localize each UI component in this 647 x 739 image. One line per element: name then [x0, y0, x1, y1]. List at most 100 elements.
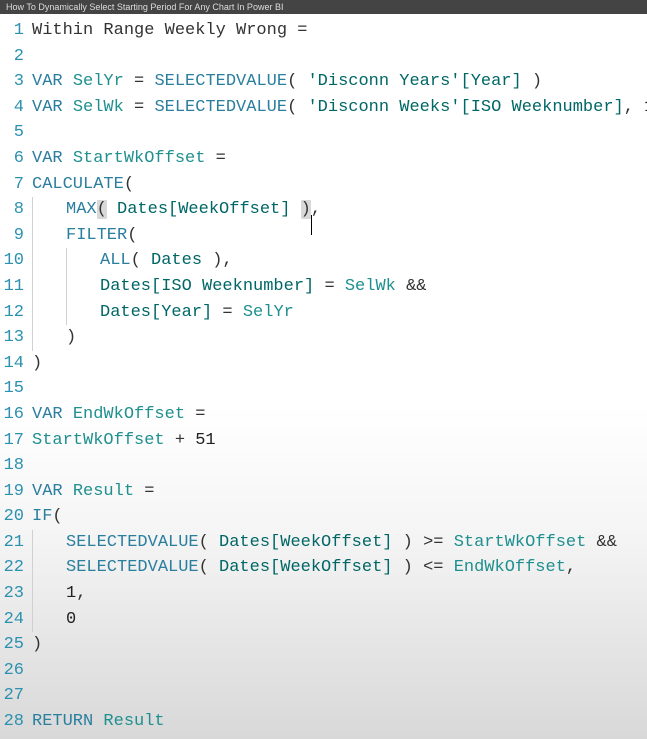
code-content[interactable]: Within Range Weekly Wrong =	[32, 18, 307, 44]
token: =	[124, 72, 155, 91]
token: ,	[566, 558, 576, 577]
indent-guides	[32, 555, 66, 581]
code-line[interactable]: 8 MAX( Dates[WeekOffset] ),	[0, 197, 647, 223]
token: ,	[76, 584, 86, 603]
token: FILTER	[66, 226, 127, 245]
code-content[interactable]: )	[66, 325, 76, 351]
code-content[interactable]: SELECTEDVALUE( Dates[WeekOffset] ) <= En…	[66, 555, 576, 581]
token: ) <=	[392, 558, 453, 577]
code-line[interactable]: 27	[0, 683, 647, 709]
line-number: 24	[0, 607, 32, 633]
code-line[interactable]: 5	[0, 120, 647, 146]
code-content[interactable]: IF(	[32, 504, 63, 530]
code-line[interactable]: 24 0	[0, 607, 647, 633]
dax-editor[interactable]: 1Within Range Weekly Wrong =23VAR SelYr …	[0, 14, 647, 735]
token: SelWk	[73, 98, 124, 117]
token: StartWkOffset	[73, 149, 206, 168]
token: ,	[311, 200, 321, 219]
line-number: 11	[0, 274, 32, 300]
code-content[interactable]: VAR StartWkOffset =	[32, 146, 226, 172]
code-line[interactable]: 21SELECTEDVALUE( Dates[WeekOffset] ) >= …	[0, 530, 647, 556]
code-line[interactable]: 16VAR EndWkOffset =	[0, 402, 647, 428]
code-line[interactable]: 3VAR SelYr = SELECTEDVALUE( 'Disconn Yea…	[0, 69, 647, 95]
token: )	[32, 354, 42, 373]
code-content[interactable]: SELECTEDVALUE( Dates[WeekOffset] ) >= St…	[66, 530, 617, 556]
code-line[interactable]: 15	[0, 376, 647, 402]
line-number: 8	[0, 197, 32, 223]
token: [WeekOffset]	[168, 200, 290, 219]
token: (	[124, 175, 134, 194]
indent-guides	[32, 223, 66, 249]
code-content[interactable]: Dates[Year] = SelYr	[100, 300, 294, 326]
code-line[interactable]: 13)	[0, 325, 647, 351]
title-text: How To Dynamically Select Starting Perio…	[6, 2, 283, 12]
code-content[interactable]: )	[32, 632, 42, 658]
code-line[interactable]: 12Dates[Year] = SelYr	[0, 300, 647, 326]
line-number: 13	[0, 325, 32, 351]
code-line[interactable]: 11 Dates[ISO Weeknumber] = SelWk &&	[0, 274, 647, 300]
indent-guides	[32, 607, 66, 633]
token: 51	[195, 431, 215, 450]
line-number: 7	[0, 172, 32, 198]
code-content[interactable]: VAR EndWkOffset =	[32, 402, 205, 428]
line-number: 15	[0, 376, 32, 402]
token: =	[205, 149, 225, 168]
token: SelYr	[73, 72, 124, 91]
token: [Year]	[151, 303, 212, 322]
indent-guides	[32, 197, 66, 223]
code-content[interactable]: FILTER(	[66, 223, 137, 249]
code-content[interactable]: MAX( Dates[WeekOffset] ),	[66, 197, 321, 223]
token: CALCULATE	[32, 175, 124, 194]
token: =	[134, 482, 154, 501]
token: SelYr	[243, 303, 294, 322]
line-number: 3	[0, 69, 32, 95]
code-line[interactable]: 26	[0, 658, 647, 684]
code-content[interactable]: VAR SelWk = SELECTEDVALUE( 'Disconn Week…	[32, 95, 647, 121]
code-line[interactable]: 2	[0, 44, 647, 70]
token: VAR	[32, 405, 73, 424]
token: [WeekOffset]	[270, 558, 392, 577]
code-line[interactable]: 17StartWkOffset + 51	[0, 428, 647, 454]
code-line[interactable]: 231,	[0, 581, 647, 607]
code-content[interactable]: )	[32, 351, 42, 377]
token: (	[52, 507, 62, 526]
token: VAR	[32, 482, 73, 501]
code-line[interactable]: 4VAR SelWk = SELECTEDVALUE( 'Disconn Wee…	[0, 95, 647, 121]
token: (	[131, 251, 151, 270]
token: Dates	[219, 533, 270, 552]
code-line[interactable]: 9FILTER(	[0, 223, 647, 249]
code-line[interactable]: 7CALCULATE(	[0, 172, 647, 198]
token: ),	[202, 251, 233, 270]
code-content[interactable]: Dates[ISO Weeknumber] = SelWk &&	[100, 274, 426, 300]
code-content[interactable]: RETURN Result	[32, 709, 165, 735]
code-content[interactable]: ALL( Dates ),	[100, 248, 233, 274]
line-number: 16	[0, 402, 32, 428]
code-line[interactable]: 20IF(	[0, 504, 647, 530]
line-number: 6	[0, 146, 32, 172]
code-content[interactable]: 0	[66, 607, 76, 633]
line-number: 20	[0, 504, 32, 530]
code-line[interactable]: 6VAR StartWkOffset =	[0, 146, 647, 172]
code-line[interactable]: 19VAR Result =	[0, 479, 647, 505]
code-line[interactable]: 18	[0, 453, 647, 479]
code-line[interactable]: 25)	[0, 632, 647, 658]
indent-guides	[32, 248, 100, 274]
code-line[interactable]: 22SELECTEDVALUE( Dates[WeekOffset] ) <= …	[0, 555, 647, 581]
line-number: 14	[0, 351, 32, 377]
line-number: 26	[0, 658, 32, 684]
token: EndWkOffset	[73, 405, 185, 424]
token: SELECTEDVALUE	[66, 533, 199, 552]
code-content[interactable]: 1,	[66, 581, 86, 607]
code-content[interactable]: VAR SelYr = SELECTEDVALUE( 'Disconn Year…	[32, 69, 542, 95]
token: 0	[66, 610, 76, 629]
code-line[interactable]: 28RETURN Result	[0, 709, 647, 735]
code-content[interactable]: StartWkOffset + 51	[32, 428, 216, 454]
token: [ISO Weeknumber]	[151, 277, 314, 296]
token: 1	[66, 584, 76, 603]
code-content[interactable]: VAR Result =	[32, 479, 154, 505]
token: )	[66, 328, 76, 347]
code-line[interactable]: 14)	[0, 351, 647, 377]
code-content[interactable]: CALCULATE(	[32, 172, 134, 198]
code-line[interactable]: 10ALL( Dates ),	[0, 248, 647, 274]
code-line[interactable]: 1Within Range Weekly Wrong =	[0, 18, 647, 44]
